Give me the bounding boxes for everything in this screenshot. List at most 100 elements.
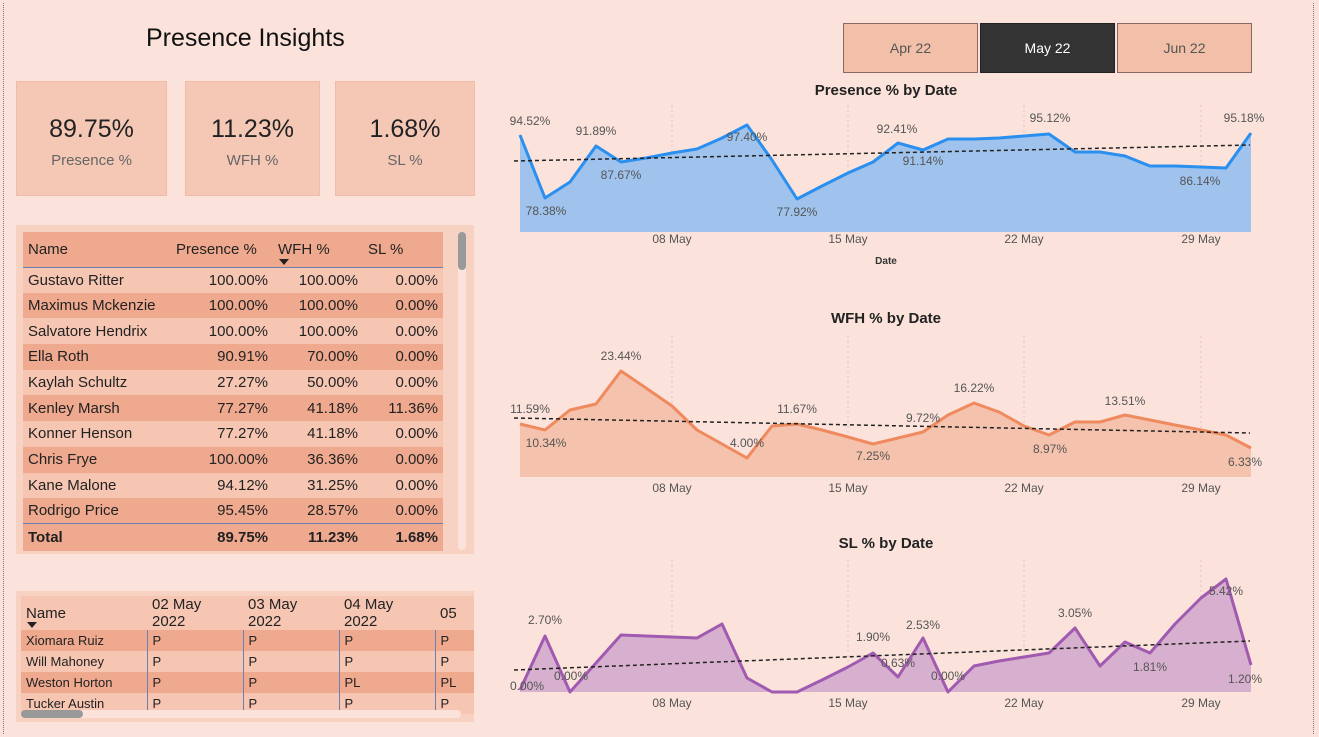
- kpi-label: Presence %: [51, 152, 132, 169]
- kpi-value: 11.23%: [211, 115, 294, 143]
- cell-wfh: 36.36%: [273, 446, 363, 473]
- matrix-row[interactable]: Weston Horton P P PL PL: [21, 672, 474, 693]
- col-header-name[interactable]: Name: [23, 232, 171, 268]
- slicer-jun-22[interactable]: Jun 22: [1117, 23, 1252, 73]
- table-row[interactable]: Gustavo Ritter 100.00% 100.00% 0.00%: [23, 267, 443, 293]
- total-cell: 11.23%: [273, 523, 363, 551]
- col-header-presence[interactable]: Presence %: [171, 232, 273, 268]
- cell-sl: 11.36%: [363, 395, 443, 422]
- cell-presence: 95.45%: [171, 498, 273, 524]
- cell-wfh: 28.57%: [273, 498, 363, 524]
- table-row[interactable]: Kaylah Schultz 27.27% 50.00% 0.00%: [23, 369, 443, 396]
- cell-presence: 100.00%: [171, 267, 273, 293]
- col-header-sl[interactable]: SL %: [363, 232, 443, 268]
- cell-name: Salvatore Hendrix: [23, 318, 171, 345]
- cell-wfh: 50.00%: [273, 369, 363, 396]
- matrix-cell-status: PL: [338, 672, 435, 693]
- sort-desc-icon: [27, 622, 37, 628]
- kpi-card-presence[interactable]: 89.75% Presence %: [16, 81, 167, 196]
- matrix-cell-status: P: [338, 651, 435, 672]
- table-row[interactable]: Maximus Mckenzie 100.00% 100.00% 0.00%: [23, 292, 443, 319]
- kpi-label: SL %: [387, 152, 423, 169]
- total-cell: Total: [23, 523, 171, 551]
- cell-sl: 0.00%: [363, 369, 443, 396]
- cell-name: Konner Henson: [23, 421, 171, 447]
- cell-sl: 0.00%: [363, 472, 443, 499]
- matrix-cell-status: P: [434, 630, 474, 651]
- cell-presence: 90.91%: [171, 344, 273, 370]
- matrix-cell-status: P: [146, 651, 243, 672]
- cell-presence: 100.00%: [171, 446, 273, 473]
- cell-name: Chris Frye: [23, 446, 171, 473]
- table-row[interactable]: Kenley Marsh 77.27% 41.18% 11.36%: [23, 395, 443, 422]
- matrix-header-date[interactable]: 03 May 2022: [243, 596, 339, 630]
- cell-sl: 0.00%: [363, 498, 443, 524]
- slicer-apr-22[interactable]: Apr 22: [843, 23, 978, 73]
- table-row[interactable]: Rodrigo Price 95.45% 28.57% 0.00%: [23, 498, 443, 524]
- slicer-may-22[interactable]: May 22: [980, 23, 1115, 73]
- matrix-header-date[interactable]: 04 May 2022: [339, 596, 435, 630]
- table-scrollbar[interactable]: [458, 232, 466, 550]
- matrix-scrollbar-thumb[interactable]: [21, 710, 83, 718]
- cell-name: Rodrigo Price: [23, 498, 171, 524]
- cell-presence: 100.00%: [171, 292, 273, 319]
- cell-sl: 0.00%: [363, 446, 443, 473]
- total-cell: 1.68%: [363, 523, 443, 551]
- matrix-row[interactable]: Xiomara Ruiz P P P P: [21, 630, 474, 651]
- cell-sl: 0.00%: [363, 292, 443, 319]
- page-title: Presence Insights: [146, 24, 345, 52]
- matrix-cell-name: Weston Horton: [21, 672, 147, 693]
- cell-presence: 77.27%: [171, 395, 273, 422]
- matrix-cell-status: P: [242, 651, 339, 672]
- matrix-header-name-label: Name: [26, 604, 67, 622]
- matrix-header-date[interactable]: 05: [435, 596, 474, 630]
- cell-sl: 0.00%: [363, 318, 443, 345]
- cell-wfh: 100.00%: [273, 267, 363, 293]
- cell-presence: 100.00%: [171, 318, 273, 345]
- col-header-wfh-label: WFH %: [278, 240, 330, 258]
- matrix-cell-status: P: [242, 630, 339, 651]
- kpi-value: 89.75%: [49, 115, 134, 143]
- kpi-card-sl[interactable]: 1.68% SL %: [335, 81, 475, 196]
- chart-title-sl: SL % by Date: [838, 535, 934, 552]
- kpi-value: 1.68%: [369, 115, 441, 143]
- cell-wfh: 100.00%: [273, 318, 363, 345]
- attendance-matrix: Name 02 May 2022 03 May 2022 04 May 2022…: [16, 591, 474, 722]
- matrix-cell-status: P: [434, 651, 474, 672]
- cell-wfh: 41.18%: [273, 395, 363, 422]
- col-header-wfh[interactable]: WFH %: [273, 232, 363, 268]
- table-total-row: Total 89.75% 11.23% 1.68%: [23, 523, 443, 551]
- matrix-cell-status: P: [338, 630, 435, 651]
- cell-name: Kane Malone: [23, 472, 171, 499]
- table-row[interactable]: Chris Frye 100.00% 36.36% 0.00%: [23, 446, 443, 473]
- matrix-cell-status: P: [146, 630, 243, 651]
- matrix-scrollbar[interactable]: [21, 710, 461, 718]
- cell-wfh: 31.25%: [273, 472, 363, 499]
- matrix-cell-status: P: [242, 672, 339, 693]
- attendance-matrix-grid: Name 02 May 2022 03 May 2022 04 May 2022…: [21, 596, 474, 714]
- sort-desc-icon: [279, 258, 289, 265]
- kpi-card-wfh[interactable]: 11.23% WFH %: [185, 81, 320, 196]
- cell-presence: 27.27%: [171, 369, 273, 396]
- table-row[interactable]: Konner Henson 77.27% 41.18% 0.00%: [23, 421, 443, 447]
- cell-name: Ella Roth: [23, 344, 171, 370]
- table-row[interactable]: Kane Malone 94.12% 31.25% 0.00%: [23, 472, 443, 499]
- cell-name: Kaylah Schultz: [23, 369, 171, 396]
- cell-wfh: 70.00%: [273, 344, 363, 370]
- cell-wfh: 41.18%: [273, 421, 363, 447]
- cell-wfh: 100.00%: [273, 292, 363, 319]
- matrix-row[interactable]: Will Mahoney P P P P: [21, 651, 474, 672]
- cell-sl: 0.00%: [363, 344, 443, 370]
- cell-presence: 77.27%: [171, 421, 273, 447]
- matrix-header-name[interactable]: Name: [21, 596, 147, 630]
- employee-table: Name Presence % WFH % SL % Gustavo Ritte…: [16, 225, 474, 554]
- table-row[interactable]: Ella Roth 90.91% 70.00% 0.00%: [23, 344, 443, 370]
- matrix-header-date[interactable]: 02 May 2022: [147, 596, 243, 630]
- total-cell: 89.75%: [171, 523, 273, 551]
- cell-name: Maximus Mckenzie: [23, 292, 171, 319]
- matrix-cell-name: Xiomara Ruiz: [21, 630, 147, 651]
- table-row[interactable]: Salvatore Hendrix 100.00% 100.00% 0.00%: [23, 318, 443, 345]
- cell-name: Kenley Marsh: [23, 395, 171, 422]
- employee-table-grid: Name Presence % WFH % SL % Gustavo Ritte…: [23, 232, 443, 551]
- table-scrollbar-thumb[interactable]: [458, 232, 466, 270]
